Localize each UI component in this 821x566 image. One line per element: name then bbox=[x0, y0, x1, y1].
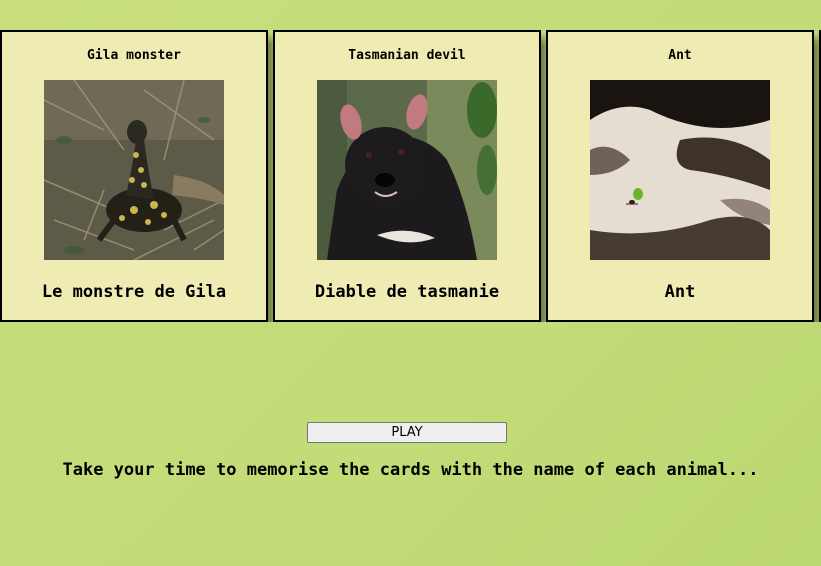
card-title: Gila monster bbox=[87, 48, 181, 63]
gila-monster-photo bbox=[44, 80, 224, 260]
card-ant[interactable]: Ant Ant bbox=[546, 30, 814, 322]
card-name: Diable de tasmanie bbox=[314, 282, 500, 302]
ant-photo bbox=[590, 80, 770, 260]
tasmanian-devil-photo bbox=[317, 80, 497, 260]
card-tasmanian-devil[interactable]: Tasmanian devil Diable de tasmanie bbox=[273, 30, 541, 322]
card-name: Le monstre de Gila bbox=[41, 282, 227, 302]
instructions-text: Take your time to memorise the cards wit… bbox=[62, 460, 759, 480]
cards-row: Gila monster Le monstre de Gila Tasmania… bbox=[0, 30, 821, 322]
play-button[interactable]: PLAY bbox=[307, 422, 507, 443]
card-title: Ant bbox=[668, 48, 692, 63]
card-title: Tasmanian devil bbox=[348, 48, 466, 63]
card-name: Ant bbox=[664, 282, 696, 302]
card-gila-monster[interactable]: Gila monster Le monstre de Gila bbox=[0, 30, 268, 322]
